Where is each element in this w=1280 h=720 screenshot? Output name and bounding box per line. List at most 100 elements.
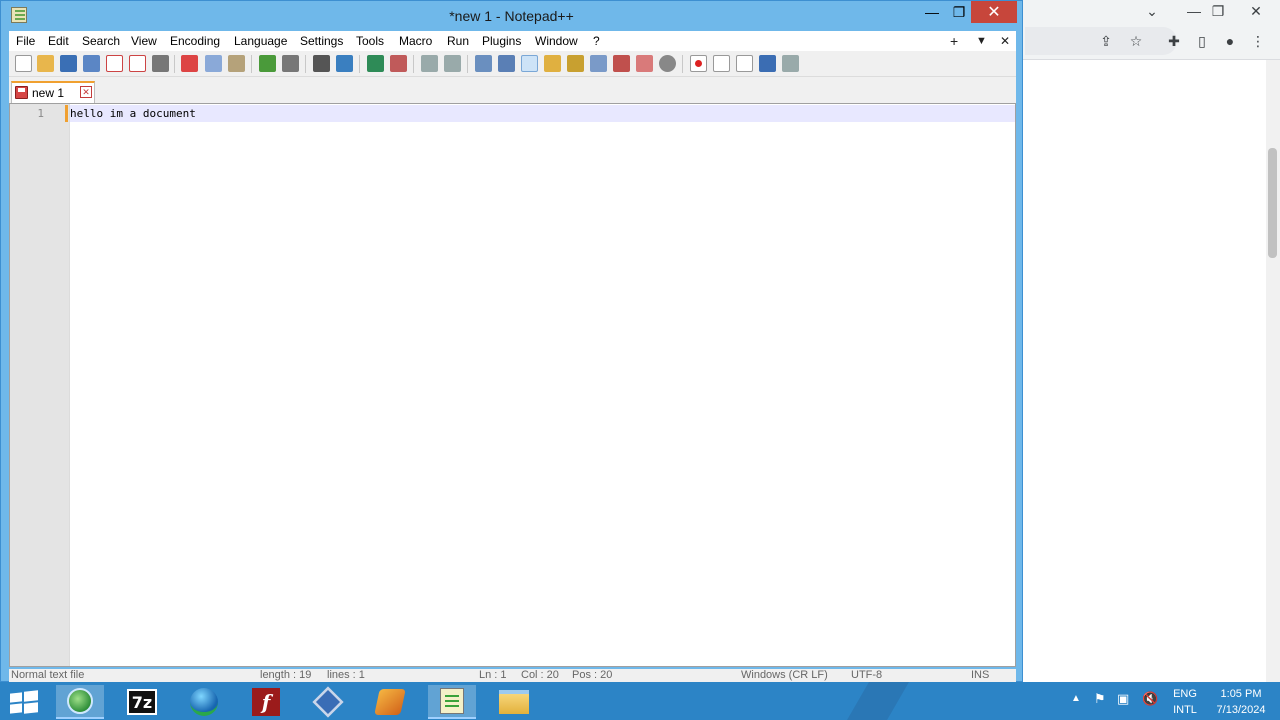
tab-close-icon[interactable]: ✕ bbox=[80, 86, 92, 98]
status-length: length : 19 bbox=[260, 669, 312, 681]
network-icon[interactable]: ▣ bbox=[1117, 691, 1129, 707]
menu-run[interactable]: Run bbox=[447, 34, 469, 48]
notepadpp-icon[interactable] bbox=[428, 685, 476, 719]
internet-download-manager-icon[interactable] bbox=[180, 685, 228, 719]
line-number: 1 bbox=[37, 107, 44, 120]
background-browser-window: ⌄ — ❐ ✕ ⇪ ☆ ✚ ▯ ● ⋮ bbox=[1016, 0, 1280, 682]
menu-encoding[interactable]: Encoding bbox=[170, 34, 220, 48]
close-file-icon[interactable] bbox=[106, 55, 123, 72]
ftp-client-icon[interactable] bbox=[366, 685, 414, 719]
close-all-icon[interactable] bbox=[129, 55, 146, 72]
find-icon[interactable] bbox=[313, 55, 330, 72]
replace-icon[interactable] bbox=[336, 55, 353, 72]
notepadpp-window: *new 1 - Notepad++ — ❐ ✕ File Edit Searc… bbox=[0, 0, 1023, 683]
menu-window[interactable]: Window bbox=[535, 34, 578, 48]
menu-edit[interactable]: Edit bbox=[48, 34, 69, 48]
start-icon[interactable] bbox=[10, 690, 38, 715]
function-list-icon[interactable] bbox=[613, 55, 630, 72]
7zip-label: 7z bbox=[127, 689, 157, 715]
save-icon[interactable] bbox=[60, 55, 77, 72]
show-hidden-icons-icon[interactable]: ▲ bbox=[1071, 693, 1081, 704]
menu-search[interactable]: Search bbox=[82, 34, 120, 48]
show-all-characters-icon[interactable] bbox=[498, 55, 515, 72]
volume-muted-icon[interactable]: 🔇 bbox=[1142, 691, 1158, 707]
menu-view[interactable]: View bbox=[131, 34, 157, 48]
system-clock[interactable]: 1:05 PM 7/13/2024 bbox=[1206, 686, 1276, 718]
monitoring-icon[interactable] bbox=[659, 55, 676, 72]
folder-as-workspace-icon[interactable] bbox=[636, 55, 653, 72]
close-icon[interactable]: ✕ bbox=[1245, 0, 1267, 22]
line-number-gutter: 1 bbox=[10, 104, 70, 666]
cut-icon[interactable] bbox=[181, 55, 198, 72]
tab-new-1[interactable]: new 1 ✕ bbox=[11, 81, 95, 103]
profile-avatar-icon[interactable]: ● bbox=[1219, 30, 1241, 52]
play-macro-icon[interactable] bbox=[736, 55, 753, 72]
save-macro-icon[interactable] bbox=[782, 55, 799, 72]
close-document-icon[interactable]: ✕ bbox=[1000, 34, 1010, 48]
menu-macro[interactable]: Macro bbox=[399, 34, 432, 48]
bookmark-star-icon[interactable]: ☆ bbox=[1125, 30, 1147, 52]
sync-horizontal-icon[interactable] bbox=[444, 55, 461, 72]
menu-file[interactable]: File bbox=[16, 34, 35, 48]
sync-vertical-icon[interactable] bbox=[421, 55, 438, 72]
7zip-icon[interactable]: 7z bbox=[118, 685, 166, 719]
new-file-icon[interactable] bbox=[15, 55, 32, 72]
extensions-icon[interactable]: ✚ bbox=[1163, 30, 1185, 52]
window-title: *new 1 - Notepad++ bbox=[449, 8, 574, 24]
restore-icon[interactable]: ❐ bbox=[1207, 0, 1229, 22]
new-tab-plus-icon[interactable]: + bbox=[950, 33, 958, 49]
minimize-button[interactable]: — bbox=[917, 1, 947, 23]
menu-help[interactable]: ? bbox=[593, 34, 600, 48]
stop-macro-icon[interactable] bbox=[713, 55, 730, 72]
minimize-icon[interactable]: — bbox=[1183, 0, 1205, 22]
menu-settings[interactable]: Settings bbox=[300, 34, 343, 48]
document-text-line[interactable]: hello im a document bbox=[70, 107, 196, 120]
document-list-icon[interactable] bbox=[590, 55, 607, 72]
print-icon[interactable] bbox=[152, 55, 169, 72]
flash-icon[interactable]: f bbox=[242, 685, 290, 719]
paste-icon[interactable] bbox=[228, 55, 245, 72]
tab-list-dropdown-icon[interactable]: ▼ bbox=[976, 35, 987, 47]
close-button[interactable]: ✕ bbox=[971, 1, 1017, 23]
user-defined-language-icon[interactable] bbox=[544, 55, 561, 72]
document-map-icon[interactable] bbox=[567, 55, 584, 72]
virtualbox-icon[interactable] bbox=[304, 685, 352, 719]
editor-area[interactable]: 1 hello im a document bbox=[9, 103, 1016, 667]
zoom-in-icon[interactable] bbox=[367, 55, 384, 72]
browser-scroll-thumb[interactable] bbox=[1268, 148, 1277, 258]
status-insert-mode[interactable]: INS bbox=[971, 669, 989, 681]
share-icon[interactable]: ⇪ bbox=[1095, 30, 1117, 52]
redo-icon[interactable] bbox=[282, 55, 299, 72]
browser-icon[interactable] bbox=[56, 685, 104, 719]
action-center-flag-icon[interactable]: ⚑ bbox=[1094, 691, 1106, 707]
word-wrap-icon[interactable] bbox=[475, 55, 492, 72]
record-macro-icon[interactable] bbox=[690, 55, 707, 72]
indent-guide-icon[interactable] bbox=[521, 55, 538, 72]
run-macro-multiple-icon[interactable] bbox=[759, 55, 776, 72]
file-explorer-icon[interactable] bbox=[490, 685, 538, 719]
language-code: ENG bbox=[1173, 688, 1197, 700]
save-all-icon[interactable] bbox=[83, 55, 100, 72]
zoom-out-icon[interactable] bbox=[390, 55, 407, 72]
taskbar: 7z f ▲ ⚑ ▣ 🔇 bbox=[0, 682, 1280, 720]
title-bar[interactable]: *new 1 - Notepad++ — ❐ ✕ bbox=[1, 1, 1022, 31]
menu-bar: File Edit Search View Encoding Language … bbox=[9, 31, 1016, 51]
maximize-button[interactable]: ❐ bbox=[944, 1, 974, 23]
menu-plugins[interactable]: Plugins bbox=[482, 34, 521, 48]
undo-icon[interactable] bbox=[259, 55, 276, 72]
tab-bar: new 1 ✕ bbox=[9, 77, 1016, 103]
keyboard-layout: INTL bbox=[1173, 704, 1197, 716]
more-menu-icon[interactable]: ⋮ bbox=[1247, 30, 1269, 52]
status-eol[interactable]: Windows (CR LF) bbox=[741, 669, 828, 681]
open-file-icon[interactable] bbox=[37, 55, 54, 72]
tab-label: new 1 bbox=[32, 86, 65, 100]
copy-icon[interactable] bbox=[205, 55, 222, 72]
menu-language[interactable]: Language bbox=[234, 34, 287, 48]
input-language-indicator[interactable]: ENG INTL bbox=[1170, 686, 1200, 718]
clock-time: 1:05 PM bbox=[1220, 688, 1262, 700]
status-encoding[interactable]: UTF-8 bbox=[851, 669, 882, 681]
chevron-down-icon[interactable]: ⌄ bbox=[1141, 0, 1163, 22]
side-panel-icon[interactable]: ▯ bbox=[1191, 30, 1213, 52]
menu-tools[interactable]: Tools bbox=[356, 34, 384, 48]
change-history-marker bbox=[65, 105, 68, 122]
